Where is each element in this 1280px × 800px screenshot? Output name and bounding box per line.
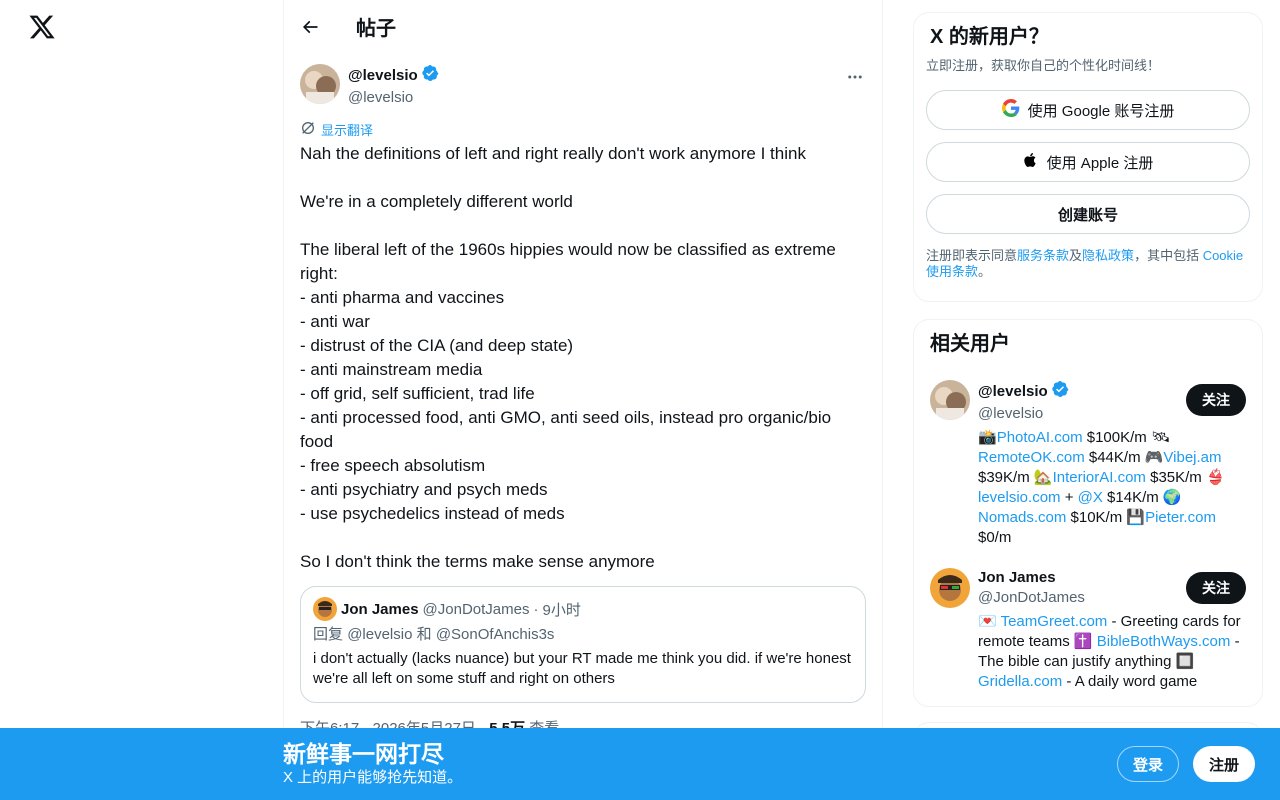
google-signup-label: 使用 Google 账号注册 [1027,102,1175,120]
quote-text: i don't actually (lacks nuance) but your… [313,650,851,687]
verified-badge-icon [1051,380,1069,404]
google-icon [1001,99,1020,121]
right-sidebar: X 的新用户？ 立即注册，获取你自己的个性化时间线！ 使用 Google 账号注… [913,12,1263,707]
quote-avatar [313,597,337,621]
bio-emoji: 🌍 [1162,489,1182,506]
quote-header: Jon James @JonDotJames · 9小时 [313,597,853,621]
reply-prefix: 回复 [313,626,344,643]
legal-and: 及 [1069,248,1083,263]
user-bio: 💌 TeamGreet.com - Greeting cards for rem… [978,612,1246,692]
privacy-link[interactable]: 隐私政策 [1082,248,1134,263]
left-rail [0,0,284,800]
main-column: 帖子 @levelsio @levelsio 显示翻译 Nah the defi… [284,0,883,800]
apple-icon [1023,151,1039,173]
bio-emoji: 🏡 [1033,469,1053,486]
x-logo-icon[interactable] [28,13,56,41]
bio-emoji: 🔲 [1175,653,1195,670]
user-name[interactable]: Jon James [978,568,1056,588]
tweet-text: Nah the definitions of left and right re… [300,144,836,571]
bio-text: $10K/m [1066,509,1127,526]
signup-subtitle: 立即注册，获取你自己的个性化时间线！ [926,58,1161,73]
signup-title: X 的新用户？ [930,26,1049,48]
bio-text: $100K/m [1082,429,1151,446]
user-bio: 📸PhotoAI.com $100K/m 🛰 RemoteOK.com $44K/… [978,428,1246,548]
bio-emoji: 🎮 [1144,449,1164,466]
tweet-author: @levelsio @levelsio [300,64,866,106]
author-name-row[interactable]: @levelsio [348,64,439,88]
bio-link[interactable]: RemoteOK.com [978,449,1085,466]
legal-prefix: 注册即表示同意 [926,248,1018,263]
bio-link[interactable]: levelsio.com [978,489,1061,506]
author-meta: @levelsio @levelsio [348,64,439,106]
bio-text: $39K/m [978,469,1034,486]
related-user[interactable]: @levelsio @levelsio 📸PhotoAI.com $100K/m… [930,380,1246,548]
legal-text: 注册即表示同意服务条款及隐私政策，其中包括 Cookie 使用条款。 [926,248,1250,280]
quote-separator: · [533,600,539,618]
quote-tweet[interactable]: Jon James @JonDotJames · 9小时 回复 @levelsi… [300,586,866,703]
bio-text: - A daily word game [1062,673,1198,690]
quote-reply-line: 回复 @levelsio 和 @SonOfAnchis3s [313,625,853,645]
reply-user-2: @SonOfAnchis3s [435,626,555,643]
follow-button[interactable]: 关注 [1186,384,1246,416]
main-header: 帖子 [284,0,882,53]
create-account-button[interactable]: 创建账号 [926,194,1250,234]
related-users-card: 相关用户 @levelsio @levelsio 📸PhotoAI.com $1… [913,319,1263,707]
follow-button[interactable]: 关注 [1186,572,1246,604]
bio-emoji: 🛰 [1150,429,1170,446]
bio-text: + [1060,489,1078,506]
bio-emoji: 👙 [1205,469,1225,486]
apple-signup-button[interactable]: 使用 Apple 注册 [926,142,1250,182]
reply-and: 和 [416,626,432,643]
google-signup-button[interactable]: 使用 Google 账号注册 [926,90,1250,130]
bio-emoji: 💾 [1126,509,1146,526]
back-arrow-icon[interactable] [300,17,320,37]
avatar[interactable] [930,568,970,608]
bio-emoji: 📸 [978,429,997,446]
bio-link[interactable]: Nomads.com [978,509,1066,526]
related-user[interactable]: Jon James @JonDotJames 💌 TeamGreet.com -… [930,568,1246,692]
tweet: @levelsio @levelsio 显示翻译 Nah the definit… [300,64,866,738]
bio-text: $44K/m [1084,449,1145,466]
avatar[interactable] [930,380,970,420]
related-title: 相关用户 [930,333,1010,355]
bio-link[interactable]: TeamGreet.com [1001,613,1108,630]
quote-author-handle: @JonDotJames [422,600,530,618]
login-button[interactable]: 登录 [1117,746,1180,782]
bottom-bar-title: 新鲜事一网打尽 [283,741,444,767]
bottom-bar-text: 新鲜事一网打尽 X 上的用户能够抢先知道。 [283,740,462,788]
more-options-icon[interactable] [846,68,864,86]
legal-mid: ，其中包括 [1134,248,1203,263]
translate-icon [300,120,316,139]
bio-link[interactable]: Gridella.com [978,673,1062,690]
bio-link[interactable]: InteriorAI.com [1053,469,1146,486]
bottom-bar-subtitle: X 上的用户能够抢先知道。 [283,769,463,786]
bio-link[interactable]: Pieter.com [1145,509,1216,526]
bio-text: $35K/m [1145,469,1206,486]
signup-button[interactable]: 注册 [1193,746,1256,782]
apple-signup-label: 使用 Apple 注册 [1046,154,1154,172]
bio-link[interactable]: PhotoAI.com [997,429,1083,446]
bio-link[interactable]: BibleBothWays.com [1097,633,1231,650]
author-handle[interactable]: @levelsio [348,88,439,108]
bio-emoji: 💌 [978,613,997,630]
user-name[interactable]: @levelsio [978,382,1048,402]
bio-text: $14K/m [1102,489,1163,506]
quote-author-name: Jon James [341,600,419,618]
terms-link[interactable]: 服务条款 [1017,248,1069,263]
show-translation-link[interactable]: 显示翻译 [300,120,866,138]
bio-text: $0/m [978,529,1012,546]
bio-link[interactable]: @X [1078,489,1103,506]
avatar[interactable] [300,64,340,104]
bio-link[interactable]: Vibej.am [1163,449,1221,466]
signup-card: X 的新用户？ 立即注册，获取你自己的个性化时间线！ 使用 Google 账号注… [913,12,1263,302]
legal-end: 。 [978,264,992,279]
bottom-signup-bar: 新鲜事一网打尽 X 上的用户能够抢先知道。 登录 注册 [0,728,1280,800]
page-title: 帖子 [356,18,396,40]
verified-badge-icon [421,64,439,88]
quote-time: 9小时 [542,601,581,619]
author-name[interactable]: @levelsio [348,66,418,86]
reply-user-1: @levelsio [347,626,413,643]
bio-emoji: ✝️ [1073,633,1093,650]
translate-label[interactable]: 显示翻译 [321,120,373,139]
